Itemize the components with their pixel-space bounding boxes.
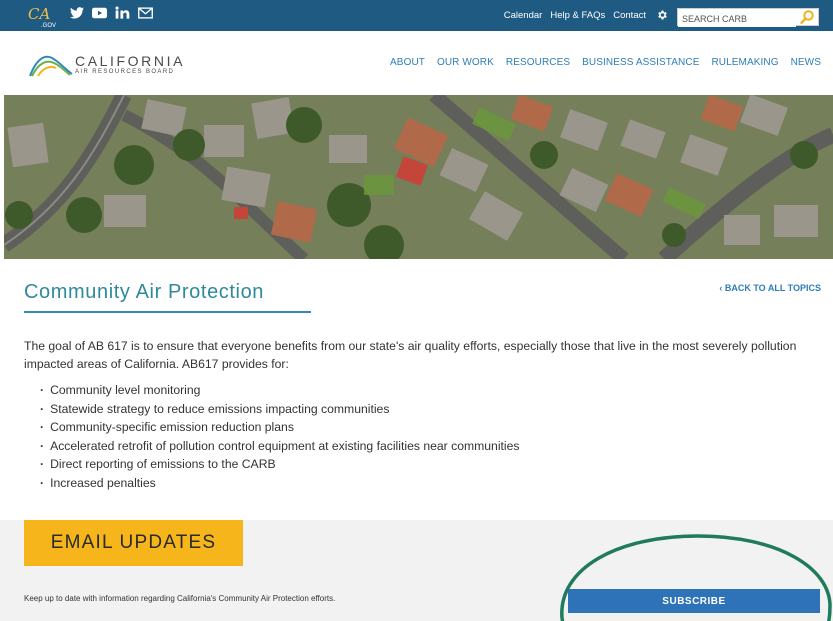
site-header: CALIFORNIA AIR RESOURCES BOARD ABOUT OUR… [0, 31, 833, 95]
list-item: Community level monitoring [40, 381, 520, 400]
aerial-neighborhood-illustration [4, 95, 833, 259]
list-item: Statewide strategy to reduce emissions i… [40, 400, 520, 419]
subscribe-button[interactable]: SUBSCRIBE [568, 589, 820, 613]
utility-links: Calendar Help & FAQs Contact [504, 9, 668, 21]
top-utility-bar: CA .GOV Calendar Help & FAQs Contact [0, 0, 833, 31]
nav-business-assistance[interactable]: BUSINESS ASSISTANCE [582, 57, 699, 68]
ca-gov-logo[interactable]: CA .GOV [28, 5, 58, 29]
gear-icon[interactable] [656, 9, 668, 21]
nav-rulemaking[interactable]: RULEMAKING [711, 57, 778, 68]
email-updates-badge: EMAIL UPDATES [24, 520, 243, 566]
nav-our-work[interactable]: OUR WORK [437, 57, 494, 68]
nav-resources[interactable]: RESOURCES [506, 57, 570, 68]
email-updates-heading: EMAIL UPDATES [50, 532, 217, 553]
list-item: Community-specific emission reduction pl… [40, 418, 520, 437]
help-faqs-link[interactable]: Help & FAQs [550, 10, 605, 21]
search-box [677, 8, 819, 27]
list-item: Accelerated retrofit of pollution contro… [40, 437, 519, 456]
search-input[interactable] [678, 11, 796, 27]
calendar-link[interactable]: Calendar [504, 10, 543, 21]
nav-about[interactable]: ABOUT [390, 57, 425, 68]
back-to-all-topics-link[interactable]: ‹ BACK TO ALL TOPICS [719, 283, 821, 293]
youtube-icon[interactable] [92, 7, 107, 19]
updates-description: Keep up to date with information regardi… [24, 594, 336, 603]
subscribe-button-label: SUBSCRIBE [662, 595, 726, 607]
linkedin-icon[interactable] [115, 6, 130, 19]
mountain-logo-icon [29, 55, 73, 77]
twitter-icon[interactable] [70, 6, 84, 19]
page-title: Community Air Protection [24, 281, 265, 303]
provisions-list: Community level monitoring Statewide str… [40, 381, 520, 493]
nav-news[interactable]: NEWS [791, 57, 821, 68]
search-icon[interactable] [799, 9, 815, 25]
intro-paragraph: The goal of AB 617 is to ensure that eve… [24, 339, 797, 371]
social-links [70, 6, 153, 19]
carb-logo[interactable]: CALIFORNIA AIR RESOURCES BOARD [28, 48, 198, 80]
list-item: Direct reporting of emissions to the CAR… [40, 455, 520, 474]
org-subtitle: AIR RESOURCES BOARD [75, 69, 175, 75]
email-icon[interactable] [138, 6, 153, 19]
org-name: CALIFORNIA [75, 53, 186, 69]
main-nav: ABOUT OUR WORK RESOURCES BUSINESS ASSIST… [390, 57, 821, 68]
email-updates-section: EMAIL UPDATES Keep up to date with infor… [0, 520, 833, 621]
hero-aerial-image [4, 95, 833, 259]
contact-link[interactable]: Contact [613, 10, 646, 21]
list-item: Increased penalties [40, 474, 520, 493]
title-underline [24, 311, 311, 313]
